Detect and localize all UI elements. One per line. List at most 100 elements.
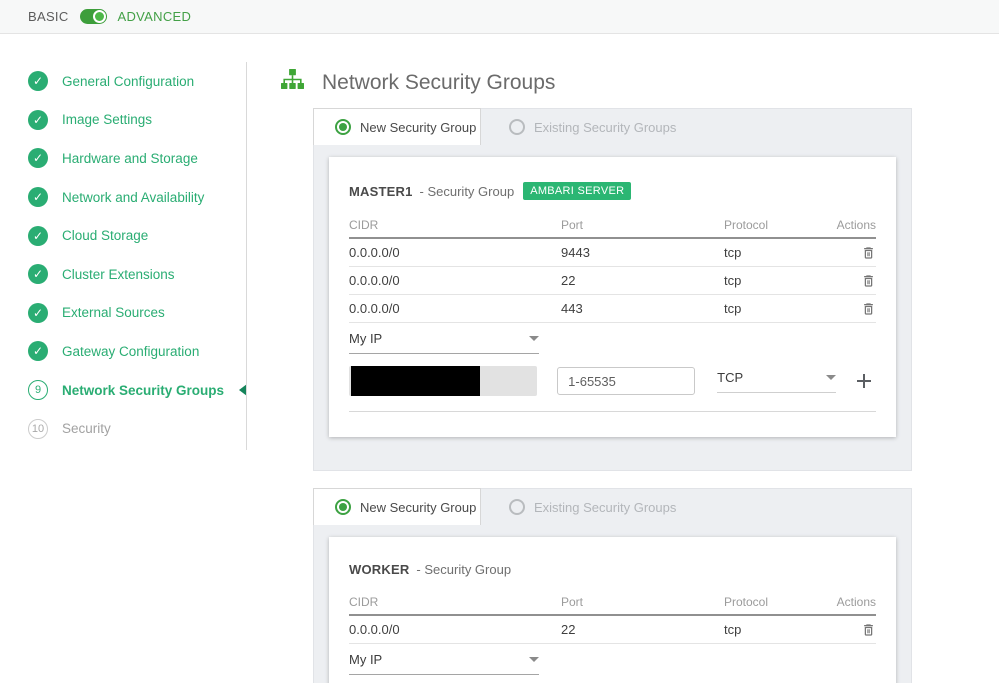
sidebar-step-hardware-and-storage[interactable]: Hardware and Storage: [28, 139, 247, 178]
check-icon: [28, 71, 48, 92]
mode-toolbar: BASIC ADVANCED: [0, 0, 999, 34]
trash-icon: [864, 246, 873, 259]
tab-label: New Security Group: [360, 119, 477, 135]
group-title: WORKER - Security Group: [349, 537, 876, 577]
step-number-icon: 9: [28, 380, 48, 401]
sidebar-step-cluster-extensions[interactable]: Cluster Extensions: [28, 255, 247, 294]
toggle-knob: [92, 10, 106, 23]
protocol-cell: tcp: [724, 273, 742, 288]
tab-label: New Security Group: [360, 499, 477, 515]
advanced-mode-label[interactable]: ADVANCED: [118, 9, 192, 24]
chevron-down-icon: [529, 656, 539, 662]
port-cell: 9443: [561, 245, 590, 260]
col-header-port: Port: [561, 595, 584, 609]
col-header-port: Port: [561, 218, 584, 232]
col-header-actions: Actions: [836, 595, 876, 609]
table-header-row: CIDR Port Protocol Actions: [349, 213, 876, 239]
step-label: Cluster Extensions: [62, 266, 175, 282]
sidebar-step-network-security-groups[interactable]: 9 Network Security Groups: [28, 371, 247, 410]
step-label: Network Security Groups: [62, 382, 225, 398]
col-header-cidr: CIDR: [349, 595, 379, 609]
step-label: Cloud Storage: [62, 228, 149, 244]
radio-unselected-icon: [509, 499, 525, 515]
protocol-cell: tcp: [724, 245, 742, 260]
add-rule-button[interactable]: [852, 369, 876, 393]
tab-strip: New Security Group Existing Security Gro…: [313, 488, 911, 525]
check-icon: [28, 187, 48, 208]
port-cell: 22: [561, 622, 576, 637]
actions-cell: [861, 622, 876, 638]
sidebar-step-image-settings[interactable]: Image Settings: [28, 101, 247, 140]
security-group-panel-worker: New Security Group Existing Security Gro…: [313, 488, 912, 683]
tab-new-security-group[interactable]: New Security Group: [313, 108, 481, 145]
radio-selected-icon: [335, 119, 351, 135]
cidr-type-row: My IP: [349, 323, 876, 361]
check-icon: [28, 341, 48, 362]
radio-selected-icon: [335, 499, 351, 515]
radio-unselected-icon: [509, 119, 525, 135]
group-title: MASTER1 - Security Group AMBARI SERVER: [349, 157, 876, 200]
delete-rule-button[interactable]: [861, 273, 876, 289]
sidebar-step-cloud-storage[interactable]: Cloud Storage: [28, 216, 247, 255]
delete-rule-button[interactable]: [861, 301, 876, 317]
delete-rule-button[interactable]: [861, 245, 876, 261]
group-suffix: - Security Group: [419, 183, 515, 199]
group-name: MASTER1: [349, 183, 413, 199]
step-label: Gateway Configuration: [62, 343, 200, 359]
sidebar-step-network-and-availability[interactable]: Network and Availability: [28, 178, 247, 217]
wizard-steps-sidebar: General Configuration Image Settings Hardw…: [0, 34, 247, 683]
select-value: My IP: [349, 651, 383, 667]
sidebar-step-external-sources[interactable]: External Sources: [28, 294, 247, 333]
chevron-down-icon: [529, 335, 539, 341]
port-range-input[interactable]: [557, 367, 696, 395]
cidr-cell: 0.0.0.0/0: [349, 622, 400, 637]
step-label: Network and Availability: [62, 189, 205, 205]
step-label: Hardware and Storage: [62, 150, 198, 166]
security-group-card: MASTER1 - Security Group AMBARI SERVER C…: [329, 157, 896, 437]
page-title: Network Security Groups: [322, 70, 556, 94]
sidebar-step-gateway-configuration[interactable]: Gateway Configuration: [28, 332, 247, 371]
tab-existing-security-groups[interactable]: Existing Security Groups: [509, 109, 676, 145]
security-rules-table: CIDR Port Protocol Actions 0.0.0.0/0 22 tc…: [349, 590, 876, 644]
group-suffix: - Security Group: [416, 562, 512, 577]
actions-cell: [861, 301, 876, 317]
cidr-type-row: My IP: [349, 644, 876, 682]
actions-cell: [861, 245, 876, 261]
port-cell: 22: [561, 273, 576, 288]
sidebar-step-security[interactable]: 10 Security: [28, 409, 247, 448]
cidr-cell: 0.0.0.0/0: [349, 245, 400, 260]
basic-mode-label[interactable]: BASIC: [28, 9, 69, 24]
trash-icon: [864, 623, 873, 636]
sitemap-icon: [280, 68, 305, 97]
tab-new-security-group[interactable]: New Security Group: [313, 488, 481, 525]
step-label: Image Settings: [62, 112, 153, 128]
step-number-icon: 10: [28, 418, 48, 439]
col-header-cidr: CIDR: [349, 218, 379, 232]
page-header: Network Security Groups: [280, 68, 999, 97]
group-name: WORKER: [349, 562, 410, 577]
redacted-ip-value: [351, 366, 480, 396]
actions-cell: [861, 273, 876, 289]
sidebar-step-general-configuration[interactable]: General Configuration: [28, 62, 247, 101]
protocol-cell: tcp: [724, 301, 742, 316]
protocol-cell: tcp: [724, 622, 742, 637]
tab-existing-security-groups[interactable]: Existing Security Groups: [509, 489, 676, 525]
cidr-type-select[interactable]: My IP: [349, 652, 539, 675]
basic-advanced-toggle[interactable]: [79, 9, 107, 24]
tab-label: Existing Security Groups: [534, 119, 677, 135]
check-icon: [28, 225, 48, 246]
trash-icon: [864, 302, 873, 315]
security-group-card: WORKER - Security Group CIDR Port Protoc…: [329, 537, 896, 683]
protocol-select[interactable]: TCP: [717, 370, 836, 393]
delete-rule-button[interactable]: [861, 622, 876, 638]
security-rule-row: 0.0.0.0/0 22 tcp: [349, 616, 876, 644]
ambari-server-badge: AMBARI SERVER: [523, 182, 632, 200]
chevron-down-icon: [826, 374, 836, 380]
cidr-input[interactable]: [349, 366, 538, 396]
col-header-protocol: Protocol: [724, 595, 769, 609]
cidr-cell: 0.0.0.0/0: [349, 273, 400, 288]
security-rule-row: 0.0.0.0/0 9443 tcp: [349, 239, 876, 267]
port-cell: 443: [561, 301, 583, 316]
security-group-panel-master1: New Security Group Existing Security Gro…: [313, 108, 912, 471]
cidr-type-select[interactable]: My IP: [349, 331, 539, 354]
